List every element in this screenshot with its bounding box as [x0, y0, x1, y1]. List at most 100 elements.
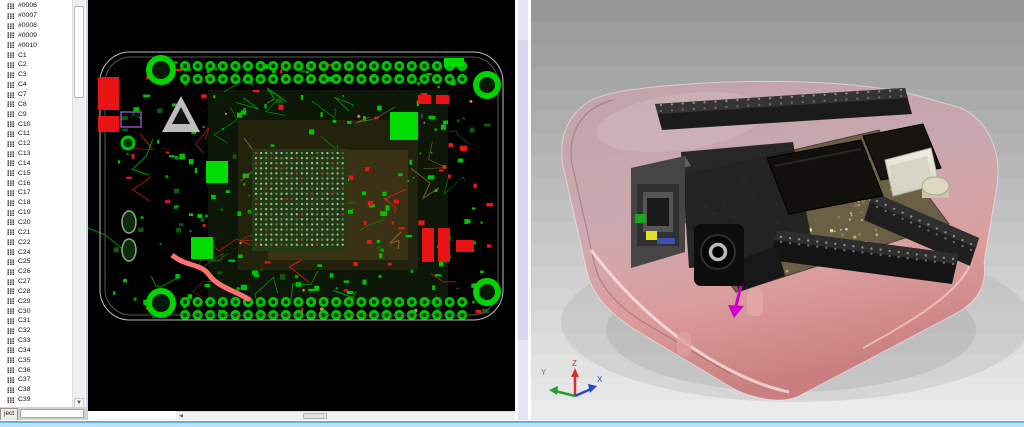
component-list-item[interactable]: C26 [0, 267, 72, 277]
footprint-icon [7, 121, 15, 128]
component-list-item[interactable]: C10 [0, 119, 72, 129]
component-list-item[interactable]: C21 [0, 227, 72, 237]
sidebar-bottom-bar: ject [0, 407, 86, 420]
component-list-item[interactable]: C17 [0, 188, 72, 198]
component-list-item[interactable]: C14 [0, 159, 72, 169]
component-list-item[interactable]: C24 [0, 247, 72, 257]
component-label: C33 [18, 337, 31, 345]
vscrollbar-thumb[interactable] [518, 40, 528, 340]
component-list-item[interactable]: C38 [0, 385, 72, 395]
component-list-item[interactable]: C22 [0, 237, 72, 247]
component-list-item[interactable]: C39 [0, 395, 72, 405]
component-list-item[interactable]: C33 [0, 336, 72, 346]
panel-tab[interactable]: ject [0, 407, 19, 420]
footprint-icon [7, 367, 15, 374]
component-list-item[interactable]: C3 [0, 70, 72, 80]
axis-x-label: X [597, 375, 603, 384]
footprint-icon [7, 189, 15, 196]
pcb-layout-canvas [84, 51, 504, 321]
footprint-icon [7, 239, 15, 246]
component-list-item[interactable]: C27 [0, 277, 72, 287]
pcb-2d-view[interactable]: ◀ ▶ [84, 0, 603, 420]
component-list-item[interactable]: C32 [0, 326, 72, 336]
component-label: C35 [18, 356, 31, 364]
footprint-icon [7, 347, 15, 354]
component-label: #0009 [18, 31, 37, 39]
component-list-item[interactable]: #0007 [0, 11, 72, 21]
component-list-item[interactable]: C18 [0, 198, 72, 208]
component-list-item[interactable]: C28 [0, 286, 72, 296]
component-list-item[interactable]: C15 [0, 168, 72, 178]
sidebar-scrollbar-thumb[interactable] [74, 6, 84, 98]
footprint-icon [7, 268, 15, 275]
ethernet-connector [631, 156, 691, 268]
component-list-item[interactable]: C7 [0, 90, 72, 100]
component-label: C25 [18, 258, 31, 266]
panel-filter-field[interactable] [20, 409, 84, 418]
component-label: C22 [18, 238, 31, 246]
component-list-item[interactable]: C30 [0, 306, 72, 316]
footprint-icon [7, 22, 15, 29]
component-list-item[interactable]: C36 [0, 365, 72, 375]
component-label: C12 [18, 140, 31, 148]
component-list-item[interactable]: C8 [0, 99, 72, 109]
hscrollbar-thumb[interactable] [303, 413, 327, 419]
ethernet-led-yellow [646, 231, 657, 240]
component-label: C29 [18, 297, 31, 305]
component-list-item[interactable]: C1 [0, 50, 72, 60]
component-list-item[interactable]: #0008 [0, 21, 72, 31]
component-list-item[interactable]: C35 [0, 355, 72, 365]
footprint-icon [7, 61, 15, 68]
component-label: C7 [18, 91, 27, 99]
component-list-item[interactable]: C34 [0, 346, 72, 356]
footprint-icon [7, 209, 15, 216]
component-list-item[interactable]: C2 [0, 60, 72, 70]
component-label: C39 [18, 396, 31, 404]
footprint-icon [7, 81, 15, 88]
footprint-icon [7, 111, 15, 118]
component-label: C27 [18, 278, 31, 286]
component-label: C32 [18, 327, 31, 335]
ecad-window: #0006 #0007 #0008 #0009 #0010 C1 C2 C3 C4 C7 C8 C9 C… [0, 0, 1024, 427]
component-label: C11 [18, 130, 30, 138]
footprint-icon [7, 298, 15, 305]
component-list-item[interactable]: #0006 [0, 1, 72, 11]
component-label: C13 [18, 150, 31, 158]
component-tree-panel: #0006 #0007 #0008 #0009 #0010 C1 C2 C3 C4 C7 C8 C9 C… [0, 0, 88, 427]
component-list-item[interactable]: #0009 [0, 31, 72, 41]
footprint-icon [7, 140, 15, 147]
pcb-3d-view[interactable]: Y Z X [531, 0, 1024, 420]
component-list-item[interactable]: C13 [0, 149, 72, 159]
cylinder-component [921, 176, 950, 198]
window-bottom-border [0, 420, 1024, 427]
component-list-item[interactable]: C37 [0, 375, 72, 385]
component-list-item[interactable]: C9 [0, 109, 72, 119]
component-list-item[interactable]: C11 [0, 129, 72, 139]
component-label: C34 [18, 346, 31, 354]
component-list-item[interactable]: C31 [0, 316, 72, 326]
footprint-icon [7, 52, 15, 59]
footprint-icon [7, 170, 15, 177]
component-list-item[interactable]: C29 [0, 296, 72, 306]
footprint-icon [7, 2, 15, 9]
footprint-icon [7, 71, 15, 78]
component-list-item[interactable]: C4 [0, 80, 72, 90]
ethernet-led-green [635, 214, 646, 223]
component-list-item[interactable]: C12 [0, 139, 72, 149]
component-label: C19 [18, 209, 31, 217]
component-list-item[interactable]: #0010 [0, 40, 72, 50]
component-label: C1 [18, 51, 27, 59]
axis-y-label: Y [541, 368, 547, 377]
footprint-icon [7, 219, 15, 226]
component-list[interactable]: #0006 #0007 #0008 #0009 #0010 C1 C2 C3 C4 C7 C8 C9 C… [0, 1, 72, 407]
component-list-item[interactable]: C20 [0, 218, 72, 228]
sidebar-scrollbar[interactable]: ▼ [72, 0, 85, 410]
pcb-2d-vscrollbar[interactable] [515, 0, 531, 420]
footprint-icon [7, 199, 15, 206]
footprint-icon [7, 101, 15, 108]
scroll-left-arrow-icon[interactable]: ◀ [177, 413, 185, 420]
component-label: C31 [18, 317, 31, 325]
component-list-item[interactable]: C19 [0, 208, 72, 218]
component-list-item[interactable]: C16 [0, 178, 72, 188]
component-list-item[interactable]: C25 [0, 257, 72, 267]
